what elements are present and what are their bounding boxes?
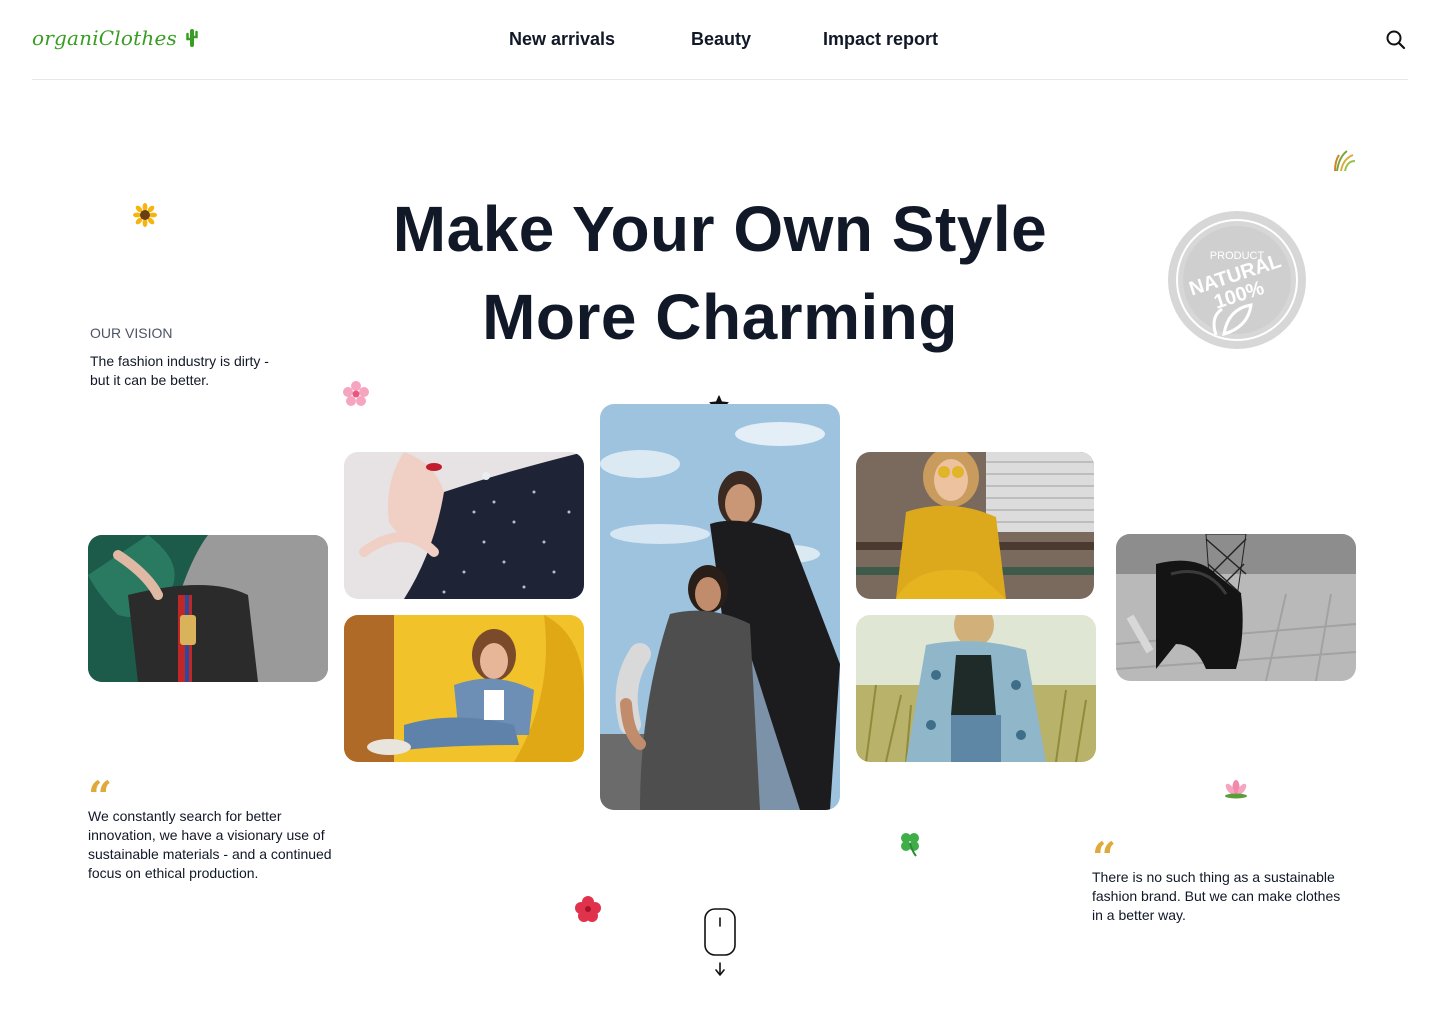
photo-denim-woman-yellow-chair[interactable] [344,615,584,762]
quote-text-innovation: We constantly search for better innovati… [88,808,332,881]
cactus-icon [185,28,199,48]
vision-label: OUR VISION [90,325,173,341]
quote-icon: “ [88,776,113,802]
nav-new-arrivals[interactable]: New arrivals [509,29,615,50]
mouse-scroll-icon[interactable] [704,908,736,978]
search-icon[interactable] [1384,28,1408,52]
quote-icon: “ [1092,837,1117,863]
lotus-icon [1224,779,1248,804]
quote-text-sustainable: There is no such thing as a sustainable … [1092,869,1341,923]
site-header: organiClothes New arrivals Beauty Impact… [32,0,1408,80]
nav-beauty[interactable]: Beauty [691,29,751,50]
natural-stamp: PRODUCT NATURAL 100% [1166,209,1308,351]
photo-two-women-sky[interactable] [600,404,840,810]
photo-floral-kimono-field[interactable] [856,615,1096,762]
sunflower-icon [133,203,157,234]
vision-text: The fashion industry is dirty - but it c… [90,353,269,388]
brand-logo[interactable]: organiClothes [32,26,199,50]
brand-name: organiClothes [32,26,177,50]
photo-polka-dot-woman[interactable] [344,452,584,599]
hibiscus-icon [575,896,601,927]
photo-yellow-sweater-woman[interactable] [856,452,1094,599]
cherry-blossom-icon [343,381,369,412]
plant-icon [1333,147,1357,178]
photo-green-fur-handbag[interactable] [88,535,328,682]
photo-black-boot-fishnet[interactable] [1116,534,1356,681]
nav-impact-report[interactable]: Impact report [823,29,938,50]
four-leaf-clover-icon [898,831,922,862]
